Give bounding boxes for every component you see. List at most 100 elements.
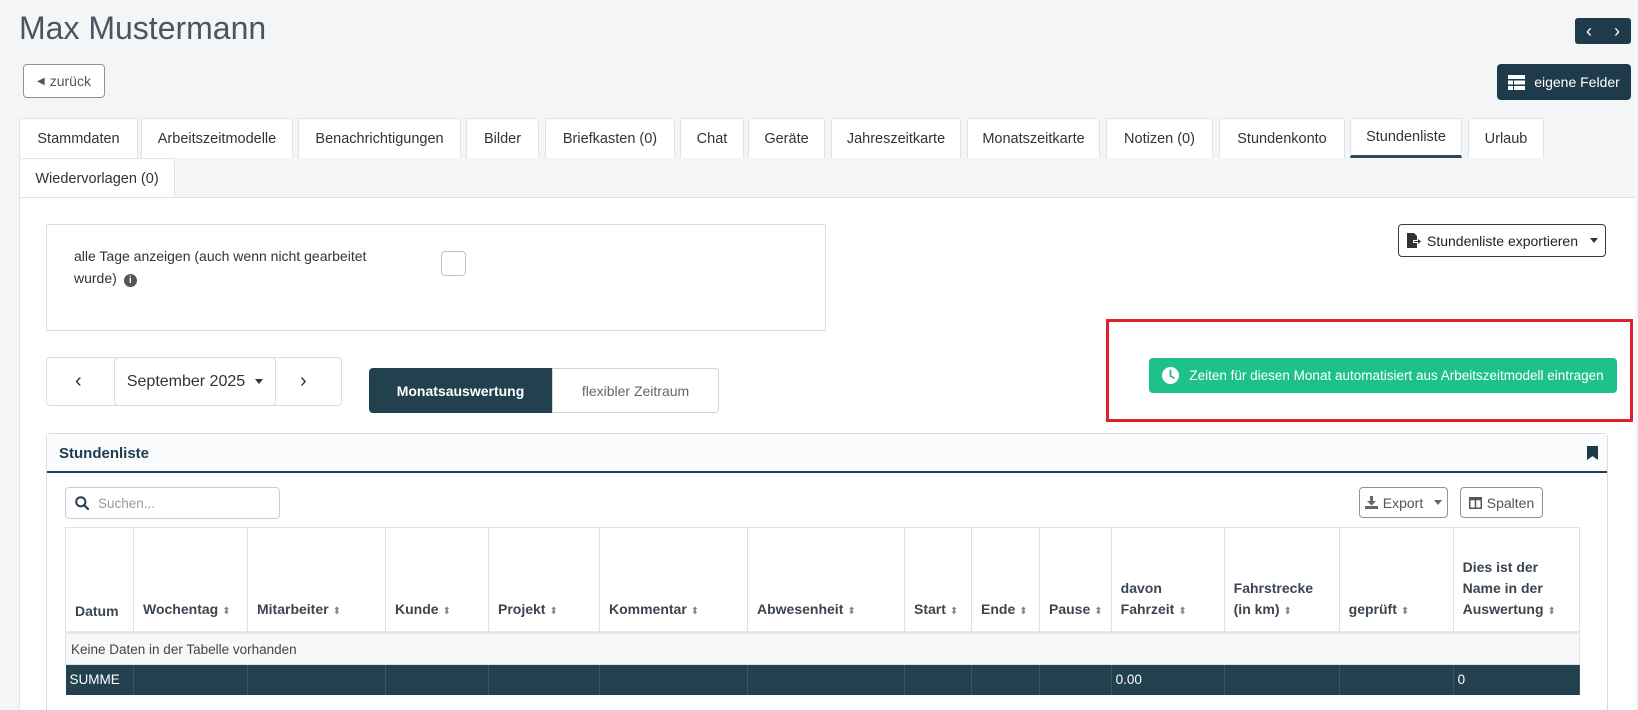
monthly-evaluation-button[interactable]: Monatsauswertung: [369, 368, 552, 413]
caret-left-icon: ◀: [37, 75, 45, 87]
column-header[interactable]: geprüft ⬍: [1338, 527, 1454, 634]
card-title: Stundenliste: [59, 445, 150, 462]
column-header-label: Projekt: [498, 601, 546, 617]
download-icon: [1364, 496, 1378, 509]
sum-cell: SUMME: [65, 664, 134, 695]
column-header[interactable]: Kommentar ⬍: [599, 527, 748, 634]
sum-cell: [247, 664, 386, 695]
tab-bilder[interactable]: Bilder: [466, 118, 539, 158]
tab-notizen[interactable]: Notizen (0): [1106, 118, 1213, 158]
sort-icon: ⬍: [847, 606, 856, 617]
column-header[interactable]: Ende ⬍: [971, 527, 1040, 634]
sum-cell: [971, 664, 1040, 695]
column-header-label: Kommentar: [609, 601, 687, 617]
column-header-label: Dies ist der Name in der Auswertung: [1462, 559, 1544, 617]
next-record-icon[interactable]: ›: [1614, 22, 1620, 40]
chevron-down-icon: [255, 379, 264, 384]
column-header-label: Mitarbeiter: [257, 601, 329, 617]
sort-icon: ⬍: [949, 606, 959, 617]
tab-stundenliste[interactable]: Stundenliste: [1350, 118, 1462, 158]
sort-icon: ⬍: [442, 606, 451, 617]
column-header-label: Datum: [75, 603, 119, 619]
sum-cell: 0: [1453, 664, 1580, 695]
auto-fill-times-button[interactable]: Zeiten für diesen Monat automatisiert au…: [1149, 358, 1617, 393]
show-all-days-checkbox[interactable]: [441, 251, 466, 276]
flexible-period-button[interactable]: flexibler Zeitraum: [552, 368, 719, 413]
tab-stammdaten[interactable]: Stammdaten: [19, 118, 138, 158]
column-header[interactable]: Dies ist der Name in der Auswertung ⬍: [1452, 527, 1580, 634]
hours-list-card: Stundenliste Export Spalten Datum Wochen: [46, 433, 1608, 710]
own-fields-label: eigene Felder: [1534, 74, 1620, 90]
column-header-label: Pause: [1049, 601, 1091, 617]
column-header-label: Kunde: [395, 601, 439, 617]
column-header[interactable]: Pause ⬍: [1039, 527, 1112, 634]
search-box: [65, 487, 280, 519]
sum-cell: [904, 664, 972, 695]
tab-benachrichtigungen[interactable]: Benachrichtigungen: [298, 118, 461, 158]
info-icon[interactable]: i: [123, 274, 137, 287]
sort-icon: ⬍: [690, 606, 700, 617]
sum-cell: [1339, 664, 1454, 695]
sort-icon: ⬍: [332, 606, 341, 617]
chevron-left-icon[interactable]: ‹: [75, 370, 82, 393]
period-mode-toggle: Monatsauswertung flexibler Zeitraum: [369, 368, 719, 413]
tab-arbeitszeitmodelle[interactable]: Arbeitszeitmodelle: [141, 118, 293, 158]
month-picker: ‹ September 2025 ›: [46, 357, 342, 406]
tab-monatszeitkarte[interactable]: Monatszeitkarte: [967, 118, 1100, 158]
columns-button[interactable]: Spalten: [1460, 487, 1543, 518]
search-input[interactable]: [98, 495, 268, 511]
tab-chat[interactable]: Chat: [680, 118, 744, 158]
file-export-icon: [1407, 233, 1421, 248]
sum-cell: [488, 664, 600, 695]
sort-icon: ⬍: [1019, 606, 1028, 617]
column-header[interactable]: Datum: [65, 527, 134, 634]
sum-cell: [599, 664, 748, 695]
back-button-label: zurück: [49, 73, 91, 89]
month-value: September 2025: [126, 372, 246, 390]
hours-table: Datum Wochentag ⬍ Mitarbeiter ⬍ Kunde ⬍ Pro…: [65, 527, 1580, 695]
options-box: alle Tage anzeigen (auch wenn nicht gear…: [46, 224, 826, 331]
search-icon: [66, 488, 98, 518]
show-all-days-label: alle Tage anzeigen (auch wenn nicht gear…: [74, 245, 374, 289]
column-header[interactable]: Kunde ⬍: [385, 527, 489, 634]
page-title: Max Mustermann: [19, 10, 267, 46]
column-header[interactable]: davon Fahrzeit ⬍: [1110, 527, 1225, 634]
chevron-right-icon[interactable]: ›: [300, 370, 307, 393]
sum-cell: [385, 664, 489, 695]
tab-jahreszeitkarte[interactable]: Jahreszeitkarte: [831, 118, 961, 158]
clock-icon: [1162, 367, 1180, 384]
previous-record-icon[interactable]: ‹: [1586, 22, 1592, 40]
columns-icon: [1468, 496, 1482, 509]
column-header-label: davon Fahrzeit: [1120, 580, 1175, 617]
column-header-label: Start: [914, 601, 946, 617]
column-header[interactable]: Projekt ⬍: [488, 527, 600, 634]
sort-icon: ⬍: [1178, 606, 1187, 617]
dropdown-caret-icon: [1434, 500, 1443, 505]
export-label: Export: [1382, 494, 1424, 511]
column-header[interactable]: Wochentag ⬍: [133, 527, 248, 634]
export-hours-list-label: Stundenliste exportieren: [1427, 232, 1578, 249]
column-header-label: Abwesenheit: [757, 601, 844, 617]
tab-wiedervorlagen[interactable]: Wiedervorlagen (0): [19, 158, 175, 198]
show-all-days-text: alle Tage anzeigen (auch wenn nicht gear…: [74, 248, 367, 286]
tab-briefkasten[interactable]: Briefkasten (0): [545, 118, 675, 158]
bookmark-icon[interactable]: [1587, 446, 1598, 460]
column-header[interactable]: Fahrstrecke (in km) ⬍: [1223, 527, 1340, 634]
sort-icon: ⬍: [549, 606, 558, 617]
export-dropdown-button[interactable]: Export: [1359, 487, 1448, 518]
tab-stundenkonto[interactable]: Stundenkonto: [1219, 118, 1345, 158]
column-header[interactable]: Abwesenheit ⬍: [747, 527, 905, 634]
tab-urlaub[interactable]: Urlaub: [1468, 118, 1544, 158]
table-grid-icon: [1508, 74, 1526, 90]
column-header[interactable]: Start ⬍: [904, 527, 972, 634]
tab-geraete[interactable]: Geräte: [748, 118, 825, 158]
back-button[interactable]: ◀ zurück: [23, 64, 105, 98]
own-fields-button[interactable]: eigene Felder: [1497, 64, 1631, 100]
month-select[interactable]: September 2025: [114, 357, 276, 406]
record-navigation: ‹ ›: [1575, 18, 1631, 44]
sum-cell: [1224, 664, 1340, 695]
sum-cell: 0.00: [1111, 664, 1225, 695]
column-header[interactable]: Mitarbeiter ⬍: [247, 527, 386, 634]
column-header-label: Wochentag: [143, 601, 219, 617]
export-hours-list-button[interactable]: Stundenliste exportieren: [1398, 224, 1606, 257]
